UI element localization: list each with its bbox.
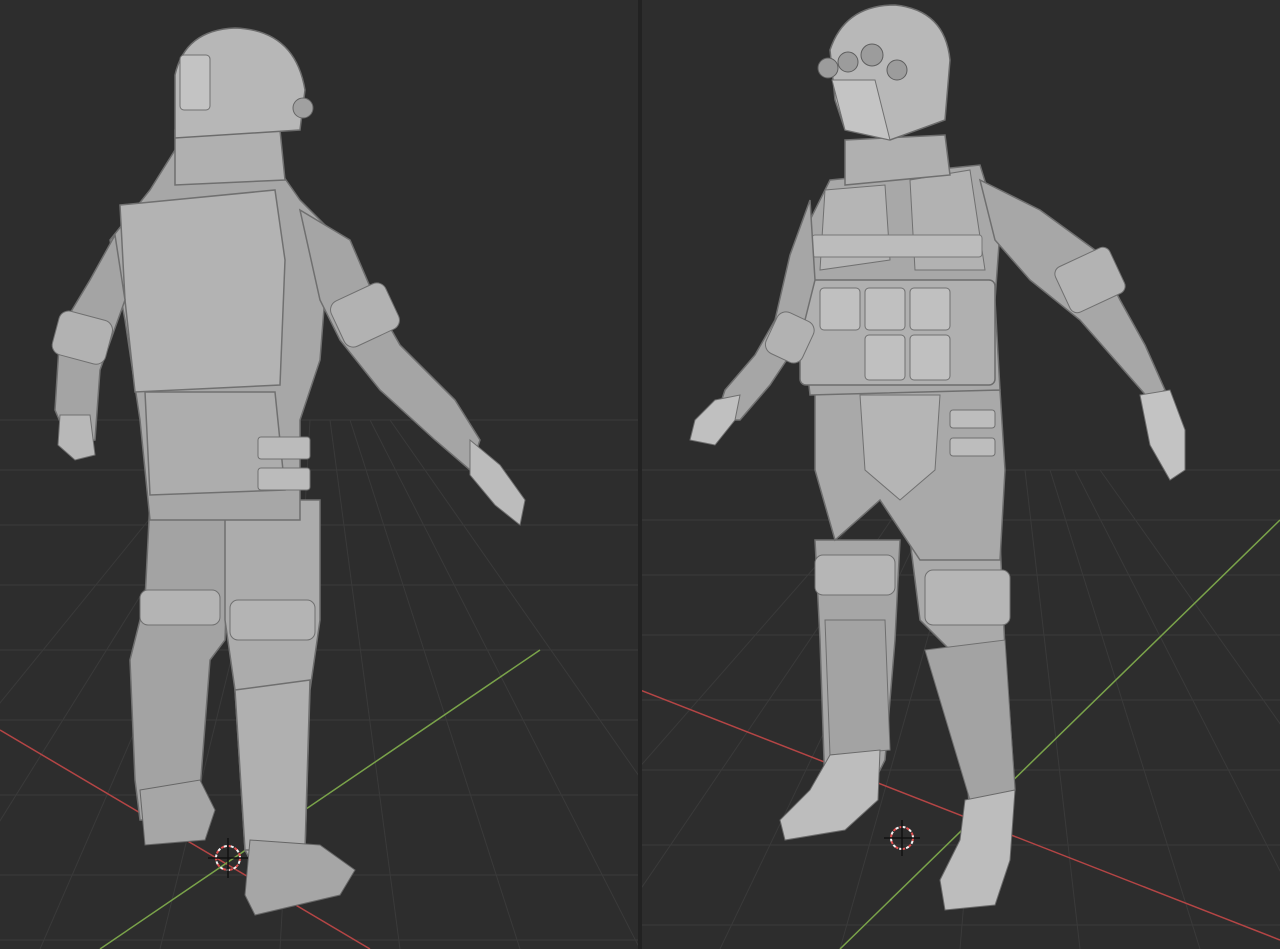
viewport-divider[interactable] bbox=[638, 0, 642, 949]
viewport-left-scene bbox=[0, 27, 640, 949]
viewport-right-scene bbox=[640, 4, 1280, 949]
3d-cursor-icon[interactable] bbox=[884, 820, 920, 856]
y-axis-line bbox=[839, 519, 1280, 949]
viewport-right[interactable] bbox=[640, 0, 1280, 949]
viewport-left[interactable] bbox=[0, 0, 640, 949]
character-front bbox=[689, 4, 1186, 911]
character-back bbox=[51, 27, 526, 916]
split-viewport bbox=[0, 0, 1280, 949]
